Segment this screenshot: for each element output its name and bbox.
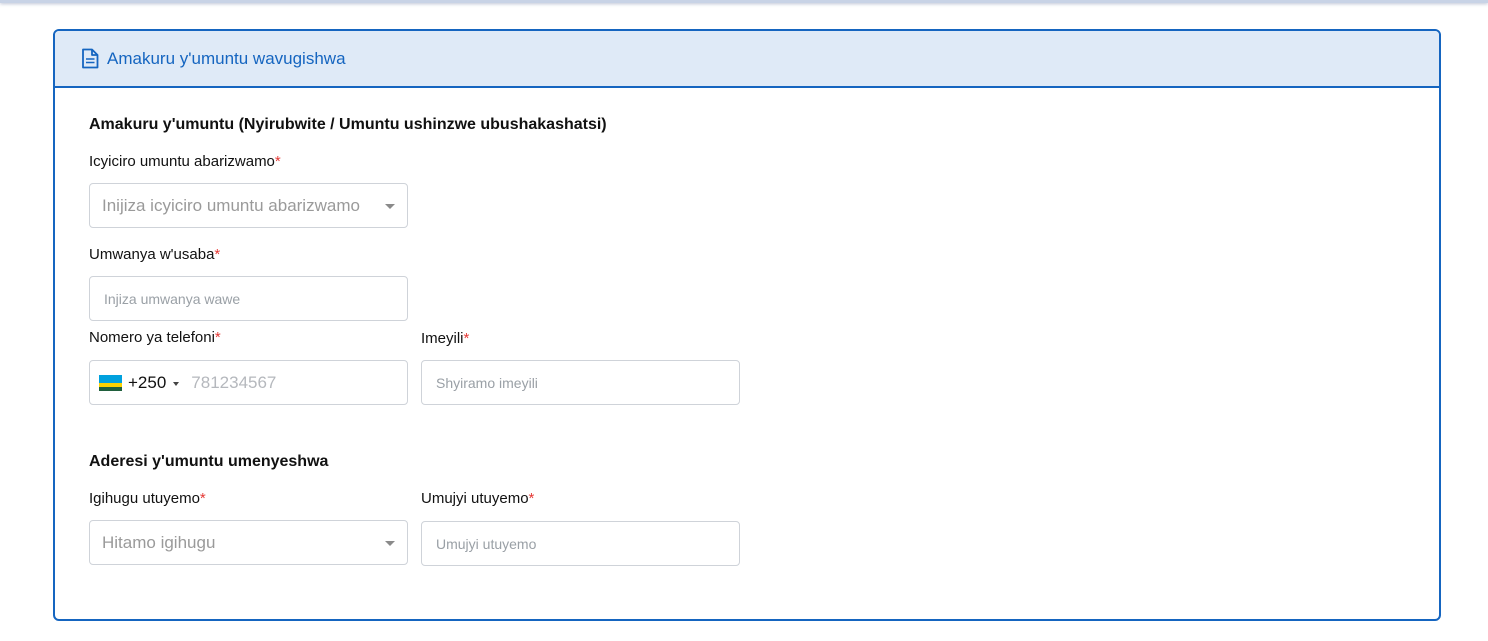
position-input-placeholder: Injiza umwanya wawe <box>104 290 241 307</box>
chevron-down-icon <box>385 541 395 546</box>
chevron-down-icon <box>385 204 395 209</box>
top-shadow-bar <box>0 0 1488 3</box>
required-marker: * <box>463 330 470 347</box>
card-header: Amakuru y'umuntu wavugishwa <box>55 31 1439 88</box>
position-label: Umwanya w'usaba* <box>89 246 221 263</box>
chevron-down-icon <box>173 381 180 386</box>
address-section-title: Aderesi y'umuntu umenyeshwa <box>89 453 329 470</box>
institution-select[interactable]: Inijiza icyiciro umuntu abarizwamo <box>89 183 408 228</box>
institution-select-placeholder: Inijiza icyiciro umuntu abarizwamo <box>102 195 360 215</box>
card-title: Amakuru y'umuntu wavugishwa <box>107 48 346 68</box>
city-input-placeholder: Umujyi utuyemo <box>436 535 537 552</box>
required-marker: * <box>214 246 221 263</box>
city-input[interactable]: Umujyi utuyemo <box>421 521 740 566</box>
required-marker: * <box>528 490 535 507</box>
rwanda-flag-icon <box>99 374 122 391</box>
phone-label: Nomero ya telefoni* <box>89 329 221 346</box>
document-icon <box>81 48 99 69</box>
phone-input-placeholder: 781234567 <box>191 372 277 392</box>
email-label: Imeyili* <box>421 330 470 347</box>
email-input-placeholder: Shyiramo imeyili <box>436 374 538 391</box>
required-marker: * <box>214 329 221 346</box>
email-input[interactable]: Shyiramo imeyili <box>421 360 740 405</box>
phone-input[interactable]: +250 781234567 <box>89 360 408 405</box>
personal-section-title: Amakuru y'umuntu (Nyirubwite / Umuntu us… <box>89 116 607 133</box>
city-label: Umujyi utuyemo* <box>421 490 535 507</box>
country-dial-code: +250 <box>128 372 167 392</box>
institution-label: Icyiciro umuntu abarizwamo* <box>89 153 281 170</box>
position-input[interactable]: Injiza umwanya wawe <box>89 276 408 321</box>
required-marker: * <box>199 490 206 507</box>
required-marker: * <box>274 153 281 170</box>
country-select-placeholder: Hitamo igihugu <box>102 532 216 552</box>
country-label: Igihugu utuyemo* <box>89 490 206 507</box>
country-code-dropdown[interactable]: +250 <box>90 372 180 393</box>
country-select[interactable]: Hitamo igihugu <box>89 520 408 565</box>
